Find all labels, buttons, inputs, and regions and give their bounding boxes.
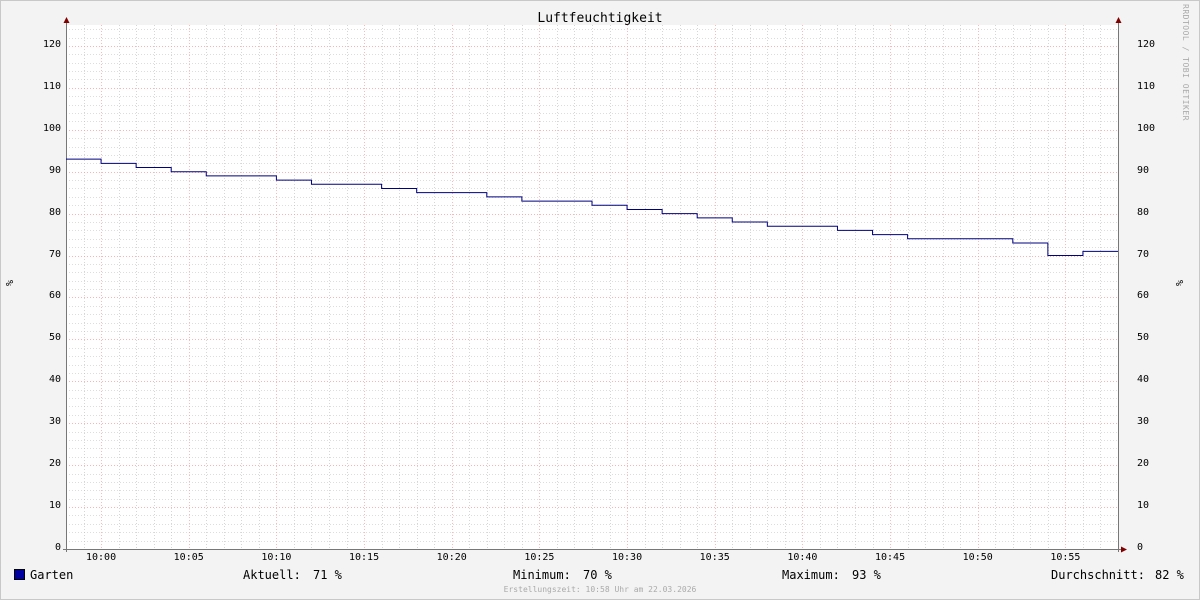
x-tick-label: 10:45 xyxy=(875,552,906,563)
x-tick-label: 10:25 xyxy=(524,552,555,563)
x-tick-label: 10:15 xyxy=(349,552,380,563)
x-tick-label: 10:55 xyxy=(1050,552,1081,563)
x-tick-label: 10:50 xyxy=(962,552,993,563)
x-axis-arrow xyxy=(1121,546,1127,553)
legend-aktuell-value: 71 % xyxy=(313,568,342,582)
y-tick-label-right: 50 xyxy=(1137,332,1150,344)
y-tick-label-left: 20 xyxy=(48,458,61,470)
y-tick-label-right: 80 xyxy=(1137,206,1150,218)
y-tick-label-right: 100 xyxy=(1137,122,1156,134)
y-tick-label-right: 30 xyxy=(1137,416,1150,428)
legend-durchschnitt-label: Durchschnitt: xyxy=(1051,568,1145,582)
rrdtool-watermark: RRDTOOL / TOBI OETIKER xyxy=(1181,4,1190,121)
chart-canvas xyxy=(63,17,1127,553)
footer-creation-time: Erstellungszeit: 10:58 Uhr am 22.03.2026 xyxy=(503,585,697,594)
x-tick-label: 10:10 xyxy=(261,552,292,563)
y-tick-label-right: 20 xyxy=(1137,458,1150,470)
y-tick-label-left: 100 xyxy=(42,122,61,134)
y-tick-label-left: 40 xyxy=(48,374,61,386)
y-tick-label-left: 30 xyxy=(48,416,61,428)
y-tick-label-left: 90 xyxy=(48,164,61,176)
y-tick-label-right: 90 xyxy=(1137,164,1150,176)
x-tick-label: 10:20 xyxy=(436,552,467,563)
y-axis-label-right: % xyxy=(1173,280,1184,287)
y-tick-label-left: 60 xyxy=(48,290,61,302)
y-tick-label-right: 10 xyxy=(1137,500,1150,512)
legend-minimum-label: Minimum: xyxy=(513,568,571,582)
legend-maximum-label: Maximum: xyxy=(782,568,840,582)
legend-maximum-value: 93 % xyxy=(852,568,881,582)
x-tick-label: 10:35 xyxy=(699,552,730,563)
y-tick-label-right: 120 xyxy=(1137,38,1156,50)
legend-series-name: Garten xyxy=(30,568,74,582)
x-tick-label: 10:40 xyxy=(787,552,818,563)
y-tick-label-left: 120 xyxy=(42,38,61,50)
y-axis-label-left: % xyxy=(3,280,14,287)
y-tick-label-left: 0 xyxy=(54,542,61,553)
y-tick-label-right: 40 xyxy=(1137,374,1150,386)
y-tick-label-left: 80 xyxy=(48,206,61,218)
legend-durchschnitt-value: 82 % xyxy=(1155,568,1184,582)
x-tick-label: 10:05 xyxy=(173,552,204,563)
x-tick-label: 10:30 xyxy=(612,552,643,563)
legend-color-swatch xyxy=(14,569,25,580)
y-tick-label-left: 110 xyxy=(42,80,61,92)
y-tick-label-right: 110 xyxy=(1137,80,1156,92)
legend-aktuell-label: Aktuell: xyxy=(243,568,301,582)
chart-title: Luftfeuchtigkeit xyxy=(537,11,663,26)
y-tick-label-left: 10 xyxy=(48,500,61,512)
legend-minimum-value: 70 % xyxy=(583,568,612,582)
y-tick-label-left: 50 xyxy=(48,332,61,344)
x-tick-label: 10:00 xyxy=(86,552,117,563)
y-tick-label-right: 60 xyxy=(1137,290,1150,302)
y-tick-label-left: 70 xyxy=(48,248,61,260)
y-tick-label-right: 0 xyxy=(1137,542,1144,553)
y-tick-label-right: 70 xyxy=(1137,248,1150,260)
